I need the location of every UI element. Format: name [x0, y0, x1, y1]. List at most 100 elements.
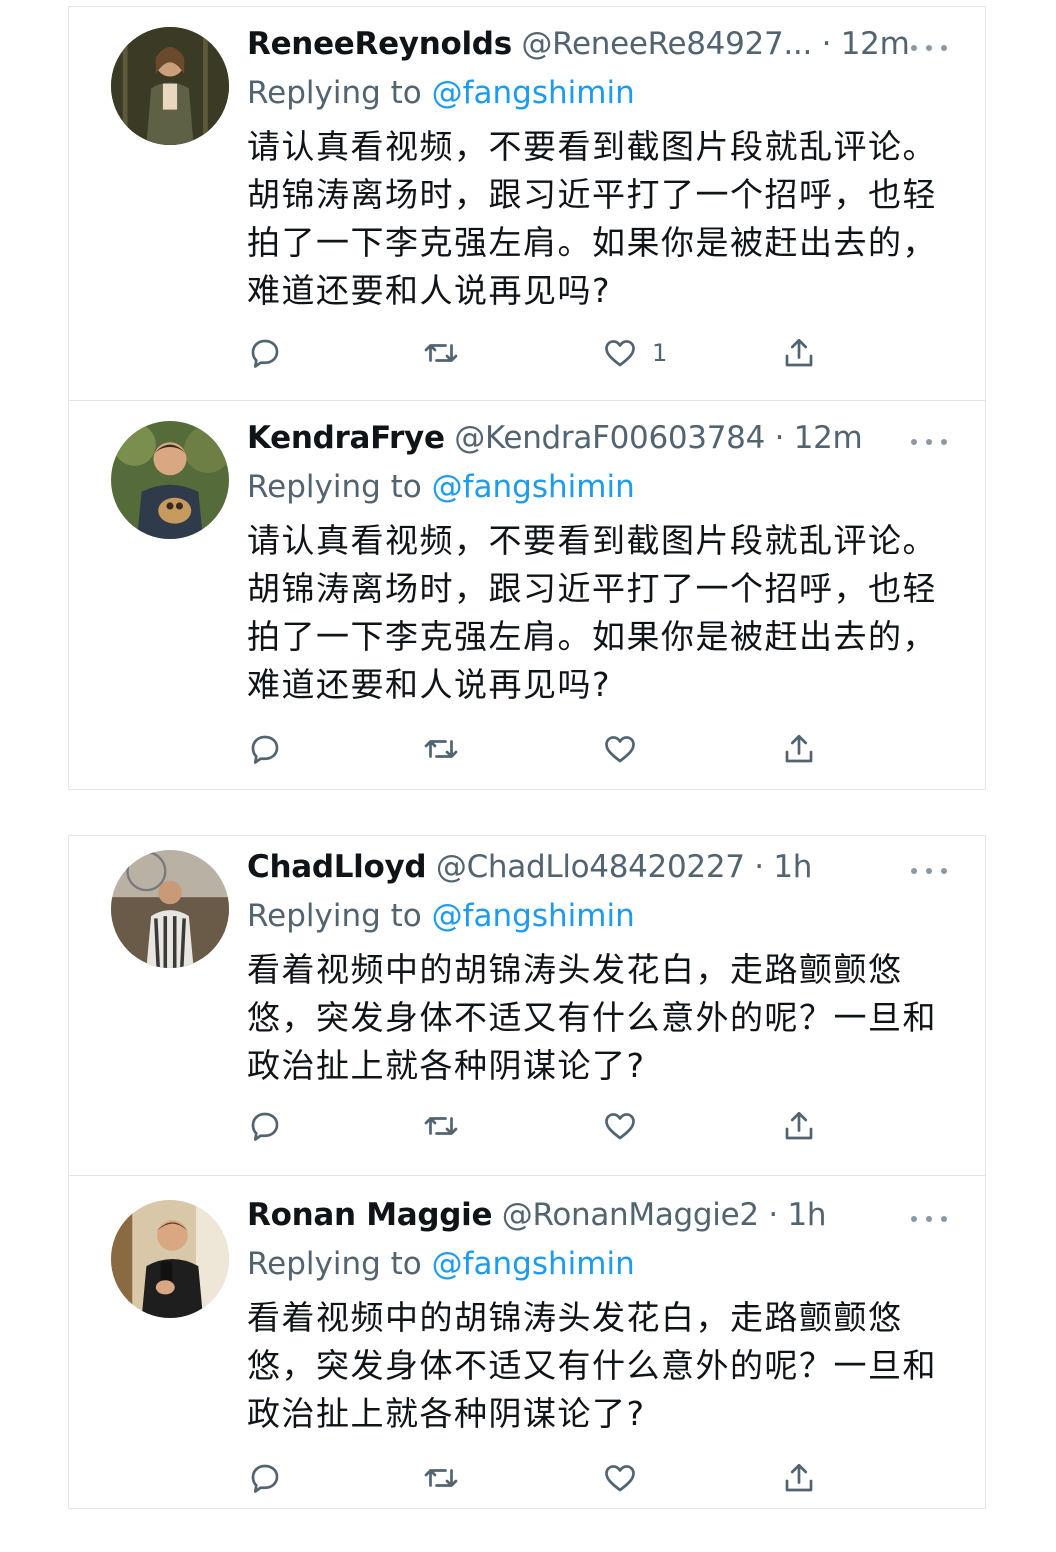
avatar[interactable]: [111, 421, 229, 539]
text-line: 悠，突发身体不适又有什么意外的呢？一旦和: [247, 998, 937, 1037]
timestamp[interactable]: 12m: [794, 420, 863, 456]
mention-link[interactable]: @fangshimin: [432, 898, 635, 934]
timestamp[interactable]: 1h: [773, 849, 812, 885]
tweet-text: 看着视频中的胡锦涛头发花白，走路颤颤悠 悠，突发身体不适又有什么意外的呢？一旦和…: [247, 1294, 947, 1438]
action-bar: [247, 1456, 847, 1500]
heart-icon: [605, 736, 635, 763]
avatar-photo: [111, 1200, 229, 1318]
retweet-button[interactable]: [423, 1456, 459, 1500]
retweet-icon: [424, 740, 458, 758]
like-count: 1: [652, 339, 668, 367]
like-button[interactable]: 1: [602, 331, 667, 375]
reply-tweet[interactable]: KendraFrye @KendraF00603784 · 12m Replyi…: [69, 400, 985, 789]
action-bar: [247, 1104, 847, 1148]
reply-button[interactable]: [247, 331, 283, 375]
display-name[interactable]: Ronan Maggie: [247, 1197, 493, 1233]
more-dots-icon[interactable]: [911, 1214, 947, 1224]
text-line: 胡锦涛离场时，跟习近平打了一个招呼，也轻: [247, 175, 937, 214]
retweet-button[interactable]: [423, 1104, 459, 1148]
avatar-photo: [111, 421, 229, 539]
reply-button[interactable]: [247, 1456, 283, 1500]
reply-bubble-icon: [251, 339, 279, 368]
timestamp[interactable]: 12m: [841, 26, 910, 62]
action-bar: [247, 727, 847, 771]
text-line: 拍了一下李克强左肩。如果你是被赶出去的，: [247, 223, 937, 262]
share-upload-icon: [785, 1111, 813, 1140]
retweet-button[interactable]: [423, 727, 459, 771]
mention-link[interactable]: @fangshimin: [432, 1246, 635, 1282]
reply-bubble-icon: [251, 735, 279, 764]
like-button[interactable]: [602, 1104, 638, 1148]
replying-prefix: Replying to: [247, 898, 432, 934]
text-line: 胡锦涛离场时，跟习近平打了一个招呼，也轻: [247, 569, 937, 608]
tweet-text: 看着视频中的胡锦涛头发花白，走路颤颤悠 悠，突发身体不适又有什么意外的呢？一旦和…: [247, 946, 947, 1090]
share-upload-icon: [785, 734, 813, 763]
user-handle[interactable]: @ReneeRe84927...: [521, 26, 812, 62]
like-button[interactable]: [602, 727, 638, 771]
text-line: 请认真看视频，不要看到截图片段就乱评论。: [247, 127, 937, 166]
tweet-header: Ronan Maggie @RonanMaggie2 · 1h: [247, 1192, 947, 1238]
replying-prefix: Replying to: [247, 1246, 432, 1282]
more-dots-icon[interactable]: [911, 866, 947, 876]
text-line: 看着视频中的胡锦涛头发花白，走路颤颤悠: [247, 950, 903, 989]
retweet-button[interactable]: [423, 331, 459, 375]
text-line: 难道还要和人说再见吗?: [247, 271, 612, 310]
tweet-text: 请认真看视频，不要看到截图片段就乱评论。 胡锦涛离场时，跟习近平打了一个招呼，也…: [247, 123, 947, 315]
separator-dot: ·: [774, 420, 785, 456]
replying-to: Replying to @fangshimin: [247, 67, 947, 119]
reply-bubble-icon: [251, 1112, 279, 1141]
replying-to: Replying to @fangshimin: [247, 461, 947, 513]
text-line: 悠，突发身体不适又有什么意外的呢？一旦和: [247, 1346, 937, 1385]
separator-dot: ·: [754, 849, 764, 885]
separator-dot: ·: [821, 26, 832, 62]
reply-button[interactable]: [247, 727, 283, 771]
avatar[interactable]: [111, 27, 229, 145]
reply-tweet[interactable]: ChadLloyd @ChadLlo48420227 · 1h Replying…: [69, 836, 985, 1175]
share-button[interactable]: [781, 1104, 817, 1148]
tweet-header: ChadLloyd @ChadLlo48420227 · 1h: [247, 844, 947, 890]
avatar[interactable]: [111, 850, 229, 968]
reply-group-2: ChadLloyd @ChadLlo48420227 · 1h Replying…: [68, 835, 986, 1509]
user-handle[interactable]: @ChadLlo48420227: [436, 849, 745, 885]
action-bar: 1: [247, 331, 847, 375]
replying-prefix: Replying to: [247, 75, 432, 111]
user-handle[interactable]: @KendraF00603784: [454, 420, 765, 456]
tweet-text: 请认真看视频，不要看到截图片段就乱评论。 胡锦涛离场时，跟习近平打了一个招呼，也…: [247, 517, 947, 709]
share-button[interactable]: [781, 727, 817, 771]
share-button[interactable]: [781, 331, 817, 375]
share-upload-icon: [785, 338, 813, 367]
retweet-icon: [424, 1117, 458, 1135]
text-line: 拍了一下李克强左肩。如果你是被赶出去的，: [247, 617, 937, 656]
mention-link[interactable]: @fangshimin: [432, 75, 635, 111]
user-handle[interactable]: @RonanMaggie2: [502, 1197, 759, 1233]
text-line: 难道还要和人说再见吗?: [247, 665, 612, 704]
retweet-icon: [424, 1469, 458, 1487]
share-upload-icon: [785, 1463, 813, 1492]
display-name[interactable]: KendraFrye: [247, 420, 445, 456]
replying-prefix: Replying to: [247, 469, 432, 505]
reply-button[interactable]: [247, 1104, 283, 1148]
share-button[interactable]: [781, 1456, 817, 1500]
reply-bubble-icon: [251, 1464, 279, 1493]
tweet-header: ReneeReynolds @ReneeRe84927... · 12m: [247, 21, 947, 67]
replying-to: Replying to @fangshimin: [247, 890, 947, 942]
heart-icon: [605, 1113, 635, 1140]
like-button[interactable]: [602, 1456, 638, 1500]
reply-tweet[interactable]: ReneeReynolds @ReneeRe84927... · 12m Rep…: [69, 7, 985, 400]
text-line: 政治扯上就各种阴谋论了?: [247, 1394, 646, 1433]
text-line: 看着视频中的胡锦涛头发花白，走路颤颤悠: [247, 1298, 903, 1337]
reply-tweet[interactable]: Ronan Maggie @RonanMaggie2 · 1h Replying…: [69, 1175, 985, 1508]
display-name[interactable]: ReneeReynolds: [247, 26, 512, 62]
heart-icon: [605, 340, 635, 367]
heart-icon: [605, 1465, 635, 1492]
more-dots-icon[interactable]: [911, 43, 947, 53]
mention-link[interactable]: @fangshimin: [432, 469, 635, 505]
avatar[interactable]: [111, 1200, 229, 1318]
more-dots-icon[interactable]: [911, 437, 947, 447]
timestamp[interactable]: 1h: [787, 1197, 826, 1233]
display-name[interactable]: ChadLloyd: [247, 849, 427, 885]
tweet-header: KendraFrye @KendraF00603784 · 12m: [247, 415, 947, 461]
text-line: 请认真看视频，不要看到截图片段就乱评论。: [247, 521, 937, 560]
separator-dot: ·: [768, 1197, 778, 1233]
text-line: 政治扯上就各种阴谋论了?: [247, 1046, 646, 1085]
